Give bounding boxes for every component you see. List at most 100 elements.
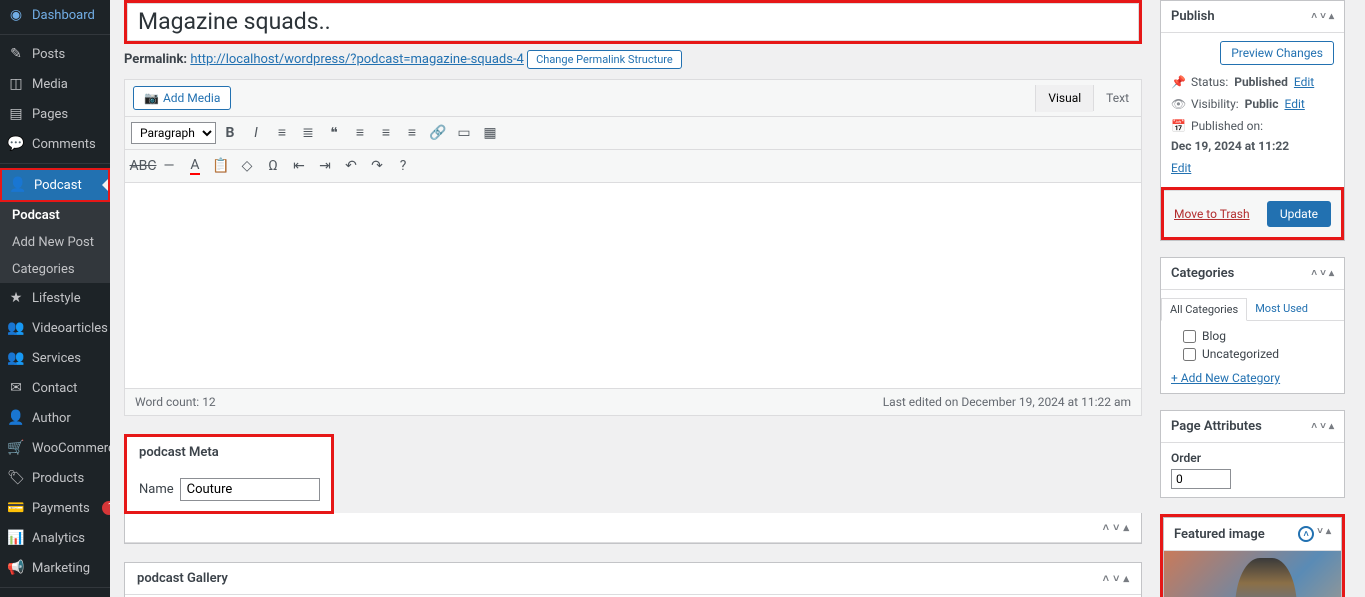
textcolor-button[interactable]: A (183, 154, 207, 178)
sidebar-item-analytics[interactable]: 📊Analytics (0, 523, 110, 553)
edit-visibility-link[interactable]: Edit (1284, 97, 1304, 111)
sidebar-item-label: Analytics (32, 531, 85, 546)
align-left-button[interactable]: ≡ (348, 121, 372, 145)
meta-name-input[interactable] (180, 478, 320, 501)
tab-all-categories[interactable]: All Categories (1161, 298, 1247, 321)
align-right-button[interactable]: ≡ (400, 121, 424, 145)
sidebar-item-label: Products (32, 471, 84, 486)
featured-title: Featured image (1174, 527, 1265, 542)
tab-most-used[interactable]: Most Used (1247, 298, 1316, 320)
category-checkbox-blog[interactable] (1183, 330, 1196, 343)
sidebar-item-label: Contact (32, 381, 77, 396)
drag-icon[interactable]: ▴ (1329, 421, 1334, 432)
align-center-button[interactable]: ≡ (374, 121, 398, 145)
sidebar-item-videoarticles[interactable]: 👥Videoarticles (0, 313, 110, 343)
drag-icon[interactable]: ▴ (1329, 11, 1334, 22)
chevron-down-icon[interactable]: ˅ (1113, 572, 1119, 585)
sidebar-item-products[interactable]: 🏷Products (0, 463, 110, 493)
sidebar-item-media[interactable]: ◫Media (0, 69, 110, 99)
sidebar-item-label: Media (32, 77, 68, 92)
quote-button[interactable]: ❝ (322, 121, 346, 145)
italic-button[interactable]: I (244, 121, 268, 145)
edit-date-link[interactable]: Edit (1171, 161, 1191, 175)
chevron-down-icon[interactable]: ˅ (1113, 521, 1119, 534)
sidebar-item-comments[interactable]: 💬Comments (0, 129, 110, 159)
submenu-categories[interactable]: Categories (0, 256, 110, 283)
edit-status-link[interactable]: Edit (1294, 75, 1314, 89)
format-select[interactable]: Paragraph (131, 122, 216, 144)
chevron-up-icon[interactable]: ˄ (1298, 526, 1314, 542)
sidebar-item-contact[interactable]: ✉Contact (0, 373, 110, 403)
sidebar-item-payments[interactable]: 💳Payments1 (0, 493, 110, 523)
tab-text[interactable]: Text (1093, 85, 1141, 111)
redo-button[interactable]: ↷ (365, 154, 389, 178)
category-checkbox-uncategorized[interactable] (1183, 348, 1196, 361)
admin-sidebar: ◉Dashboard✎Posts◫Media▤Pages💬Comments👤Po… (0, 0, 110, 597)
bullet-list-button[interactable]: ≡ (270, 121, 294, 145)
drag-icon[interactable]: ▴ (1326, 526, 1331, 542)
woocommerce-icon: 🛒 (8, 440, 24, 456)
chevron-up-icon[interactable]: ˄ (1311, 268, 1317, 279)
chevron-up-icon[interactable]: ˄ (1103, 521, 1109, 534)
chevron-down-icon[interactable]: ˅ (1320, 421, 1326, 432)
undo-button[interactable]: ↶ (339, 154, 363, 178)
chevron-up-icon[interactable]: ˄ (1103, 572, 1109, 585)
chevron-down-icon[interactable]: ˅ (1317, 526, 1323, 542)
sidebar-item-label: Posts (32, 47, 65, 62)
indent-button[interactable]: ⇥ (313, 154, 337, 178)
tab-visual[interactable]: Visual (1035, 85, 1093, 112)
hr-button[interactable]: — (157, 154, 181, 178)
special-char-button[interactable]: Ω (261, 154, 285, 178)
gallery-title: podcast Gallery (137, 571, 228, 586)
order-input[interactable] (1171, 469, 1231, 489)
featured-image-panel: Featured image ˄˅▴ (1163, 517, 1342, 597)
help-button[interactable]: ? (391, 154, 415, 178)
preview-changes-button[interactable]: Preview Changes (1220, 41, 1334, 65)
chevron-up-icon[interactable]: ˄ (1311, 421, 1317, 432)
marketing-icon: 📢 (8, 560, 24, 576)
author-icon: 👤 (8, 410, 24, 426)
last-edited: Last edited on December 19, 2024 at 11:2… (883, 395, 1131, 409)
bold-button[interactable]: B (218, 121, 242, 145)
sidebar-item-lifestyle[interactable]: ★Lifestyle (0, 283, 110, 313)
sidebar-item-pages[interactable]: ▤Pages (0, 99, 110, 129)
strike-button[interactable]: ABC (131, 154, 155, 178)
sidebar-item-podcast[interactable]: 👤Podcast (2, 170, 108, 200)
sidebar-item-appearance[interactable]: 🖌Appearance (0, 592, 110, 597)
pin-icon: 📌 (1171, 75, 1185, 89)
drag-icon[interactable]: ▴ (1123, 521, 1129, 534)
sidebar-item-services[interactable]: 👥Services (0, 343, 110, 373)
change-permalink-button[interactable]: Change Permalink Structure (527, 50, 682, 69)
add-media-button[interactable]: 📷 Add Media (133, 86, 231, 110)
drag-icon[interactable]: ▴ (1329, 268, 1334, 279)
clear-button[interactable]: ◇ (235, 154, 259, 178)
editor-body[interactable] (125, 183, 1141, 388)
sidebar-item-woocommerce[interactable]: 🛒WooCommerce (0, 433, 110, 463)
services-icon: 👥 (8, 350, 24, 366)
toggle-toolbar-button[interactable]: ▦ (478, 121, 502, 145)
chevron-up-icon[interactable]: ˄ (1311, 11, 1317, 22)
submenu-podcast[interactable]: Podcast (0, 202, 110, 229)
move-to-trash-link[interactable]: Move to Trash (1174, 207, 1250, 221)
publish-panel: Publish ˄˅▴ Preview Changes 📌Status: Pub… (1160, 0, 1345, 241)
drag-icon[interactable]: ▴ (1123, 572, 1129, 585)
lifestyle-icon: ★ (8, 290, 24, 306)
permalink-link[interactable]: http://localhost/wordpress/?podcast=maga… (190, 52, 524, 67)
submenu-add-new-post[interactable]: Add New Post (0, 229, 110, 256)
post-title-input[interactable] (127, 3, 1139, 41)
featured-image[interactable] (1164, 551, 1341, 597)
add-new-category-link[interactable]: + Add New Category (1171, 371, 1280, 385)
update-button[interactable]: Update (1267, 201, 1331, 227)
eye-icon: 👁 (1171, 97, 1185, 111)
link-button[interactable]: 🔗 (426, 121, 450, 145)
paste-button[interactable]: 📋 (209, 154, 233, 178)
outdent-button[interactable]: ⇤ (287, 154, 311, 178)
sidebar-item-author[interactable]: 👤Author (0, 403, 110, 433)
sidebar-item-marketing[interactable]: 📢Marketing (0, 553, 110, 583)
more-button[interactable]: ▭ (452, 121, 476, 145)
number-list-button[interactable]: ≣ (296, 121, 320, 145)
sidebar-item-posts[interactable]: ✎Posts (0, 39, 110, 69)
sidebar-item-dashboard[interactable]: ◉Dashboard (0, 0, 110, 30)
chevron-down-icon[interactable]: ˅ (1320, 11, 1326, 22)
chevron-down-icon[interactable]: ˅ (1320, 268, 1326, 279)
